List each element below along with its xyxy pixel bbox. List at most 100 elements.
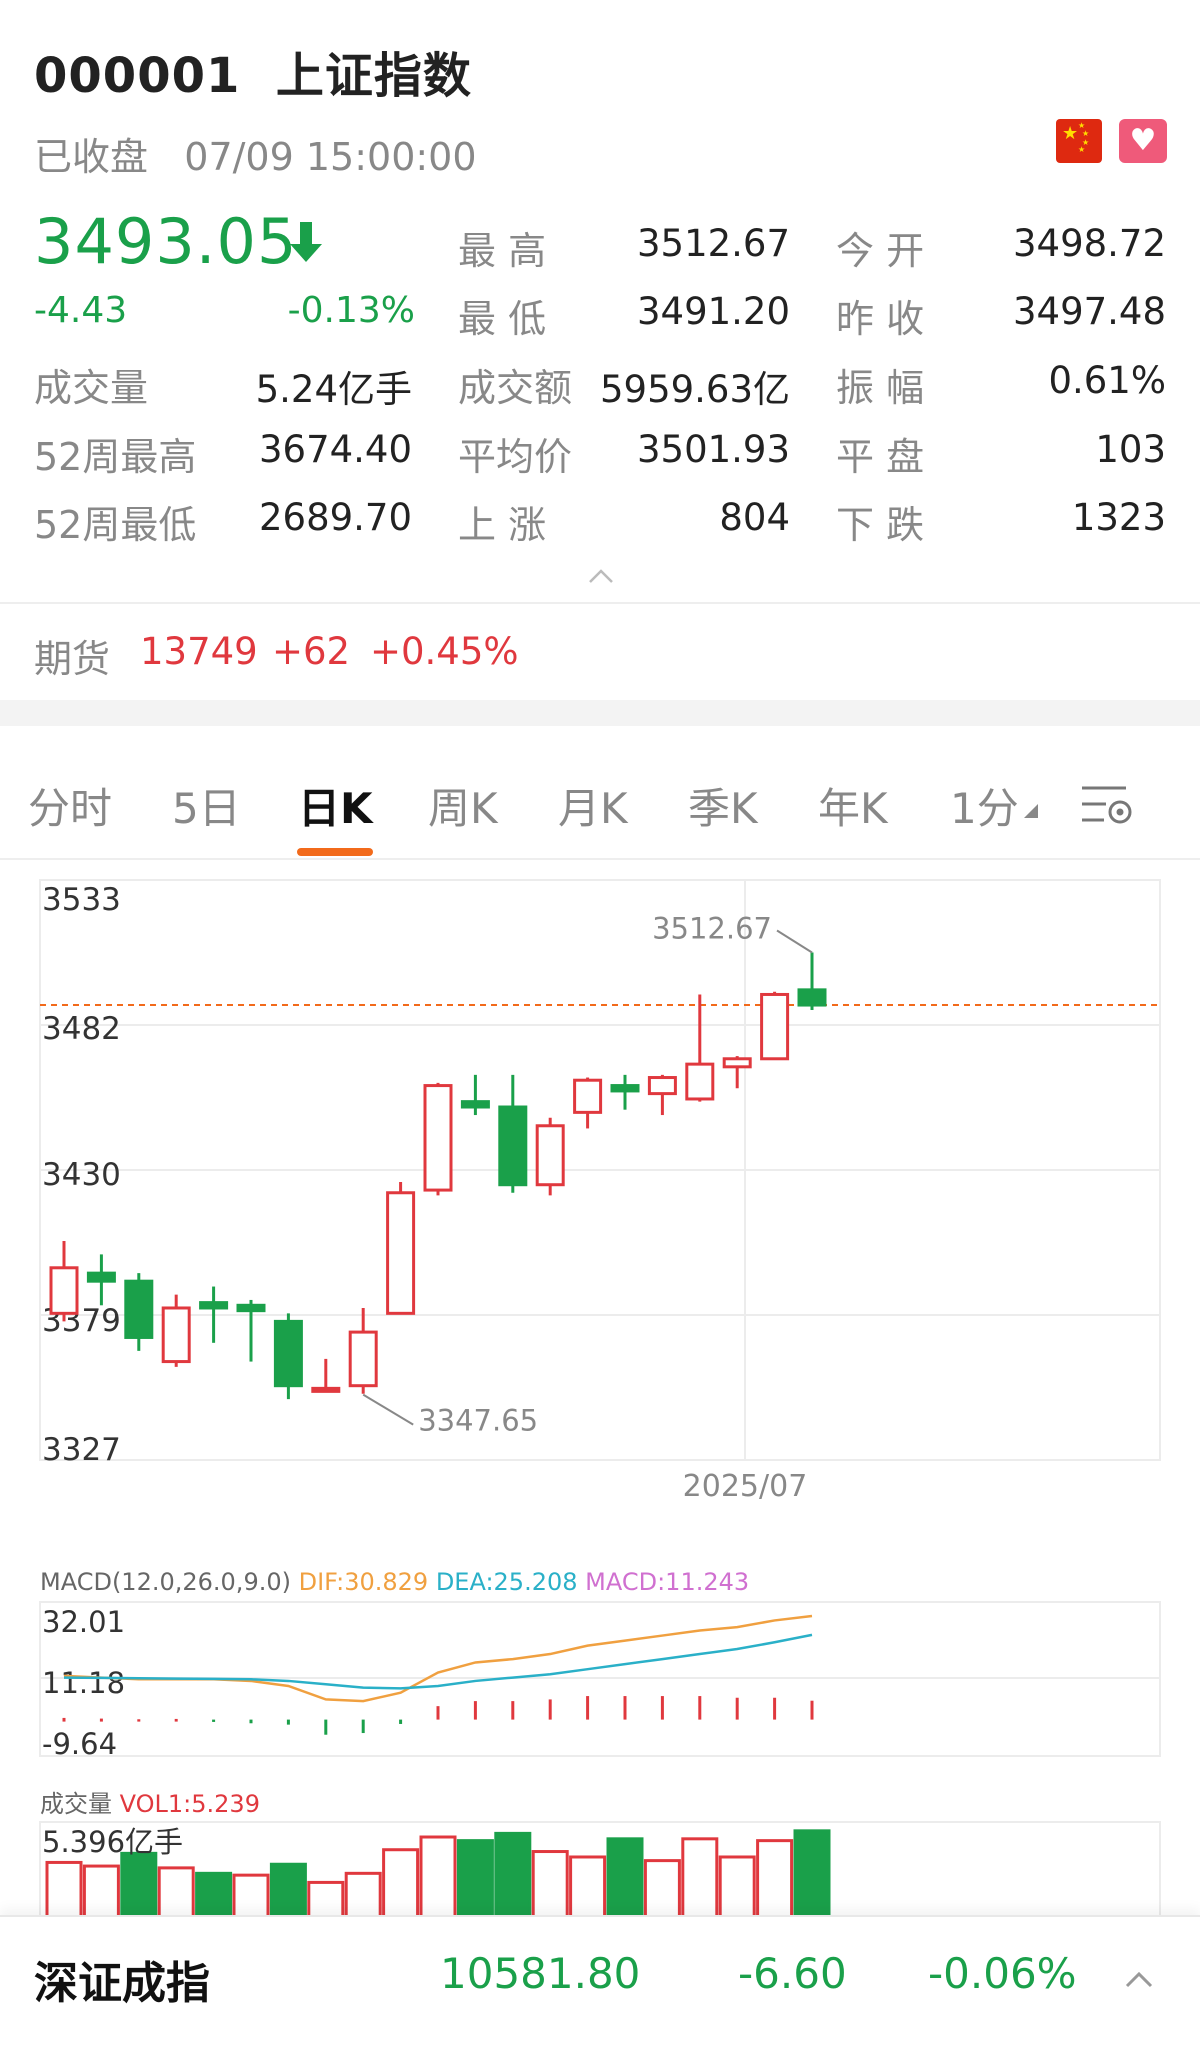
dropdown-triangle-icon[interactable] bbox=[1022, 802, 1038, 818]
price-change: -4.43 bbox=[34, 290, 128, 331]
volume-bar bbox=[120, 1851, 158, 1920]
macd-legend: MACD(12.0,26.0,9.0) DIF:30.829 DEA:25.20… bbox=[40, 1568, 749, 1596]
turnover-value: 5959.63亿 bbox=[599, 368, 790, 411]
candle bbox=[386, 1182, 416, 1315]
volume-bar bbox=[82, 1864, 120, 1920]
current-price: 3493.05 bbox=[34, 205, 298, 278]
related-index-bar[interactable]: 深证成指 10581.80 -6.60 -0.06% bbox=[0, 1915, 1200, 2045]
tab-1min[interactable]: 1分 bbox=[950, 775, 1019, 836]
related-index-change-pct: -0.06% bbox=[928, 1949, 1077, 1998]
annotation-label: 3512.67 bbox=[652, 911, 772, 945]
avg-price-label: 平均价 bbox=[458, 435, 573, 479]
related-index-change: -6.60 bbox=[738, 1949, 847, 1998]
futures-change: +62 bbox=[272, 630, 351, 673]
up-count-label: 上 涨 bbox=[458, 503, 547, 547]
tab-daily-k[interactable]: 日K bbox=[298, 775, 373, 836]
stock-code: 000001 bbox=[34, 48, 241, 104]
china-flag-icon[interactable]: ★ ★ ★ ★ ★ bbox=[1056, 119, 1102, 163]
price-annotation: 3347.65 bbox=[362, 1393, 538, 1438]
volume-label: 成交量 bbox=[34, 366, 149, 410]
volume-bar bbox=[606, 1837, 644, 1920]
collapse-chevron-icon[interactable] bbox=[588, 568, 614, 584]
up-count-value: 804 bbox=[719, 496, 790, 539]
tab-5day[interactable]: 5日 bbox=[172, 775, 241, 836]
volume-legend: 成交量 VOL1:5.239 bbox=[40, 1790, 260, 1818]
volume-bar bbox=[269, 1862, 307, 1920]
volume-bar bbox=[382, 1848, 420, 1920]
macd-legend-value: MACD:11.243 bbox=[585, 1568, 749, 1596]
volume-bar bbox=[494, 1831, 532, 1920]
futures-change-pct: +0.45% bbox=[370, 630, 519, 673]
down-arrow-icon bbox=[290, 222, 322, 262]
candle bbox=[161, 1294, 191, 1367]
y-tick: 3327 bbox=[42, 1432, 121, 1468]
tab-intraday[interactable]: 分时 bbox=[28, 775, 112, 836]
tab-weekly-k[interactable]: 周K bbox=[428, 775, 498, 836]
w52-low-value: 2689.70 bbox=[258, 496, 412, 539]
avg-price-value: 3501.93 bbox=[636, 428, 790, 471]
open-label: 今 开 bbox=[836, 229, 925, 273]
candle bbox=[460, 1074, 490, 1116]
favorite-heart-icon[interactable]: ♥ bbox=[1119, 119, 1167, 163]
volume-bar bbox=[793, 1829, 831, 1920]
stock-name: 上证指数 bbox=[275, 48, 472, 104]
y-tick: 3533 bbox=[42, 882, 121, 918]
macd-y-tick: -9.64 bbox=[42, 1727, 117, 1761]
chart-settings-icon[interactable] bbox=[1080, 780, 1136, 830]
low-value: 3491.20 bbox=[636, 290, 790, 333]
volume-bar bbox=[456, 1839, 494, 1920]
w52-high-label: 52周最高 bbox=[34, 435, 197, 479]
y-tick: 3482 bbox=[42, 1011, 121, 1047]
candle bbox=[760, 991, 790, 1061]
volume-bar bbox=[157, 1866, 195, 1920]
candle bbox=[647, 1074, 677, 1116]
down-count-label: 下 跌 bbox=[836, 503, 925, 547]
volume-bar bbox=[232, 1873, 270, 1920]
volume-bar bbox=[643, 1859, 681, 1920]
related-index-value: 10581.80 bbox=[440, 1949, 641, 1998]
volume-bar bbox=[531, 1850, 569, 1920]
prev-close-value: 3497.48 bbox=[1012, 290, 1166, 333]
high-label: 最 高 bbox=[458, 229, 547, 273]
volume-bar bbox=[45, 1860, 83, 1920]
stock-title: 000001 上证指数 bbox=[34, 36, 472, 106]
candle bbox=[348, 1307, 378, 1394]
market-status: 已收盘 07/09 15:00:00 bbox=[34, 126, 477, 181]
candle bbox=[610, 1074, 640, 1110]
high-value: 3512.67 bbox=[636, 222, 790, 265]
candle bbox=[423, 1082, 453, 1196]
candle bbox=[273, 1313, 303, 1400]
macd-y-tick: 32.01 bbox=[42, 1605, 125, 1639]
low-label: 最 低 bbox=[458, 297, 547, 341]
status-time: 07/09 15:00:00 bbox=[184, 135, 477, 179]
volume-value: 5.24亿手 bbox=[255, 368, 412, 411]
amplitude-label: 振 幅 bbox=[836, 366, 925, 410]
chart-period-tabs: 分时 5日 日K 周K 月K 季K 年K 1分 bbox=[0, 760, 1200, 860]
volume-y-tick: 5.396亿手 bbox=[42, 1825, 183, 1859]
candle bbox=[722, 1056, 752, 1089]
candle bbox=[124, 1273, 154, 1351]
down-count-value: 1323 bbox=[1071, 496, 1166, 539]
dif-legend: DIF:30.829 bbox=[299, 1568, 429, 1596]
annotation-label: 3347.65 bbox=[418, 1404, 538, 1438]
volume-bar bbox=[419, 1835, 457, 1920]
svg-text:MACD(12.0,26.0,9.0) DIF:30.829: MACD(12.0,26.0,9.0) DIF:30.829 DEA:25.20… bbox=[40, 1568, 749, 1596]
tab-yearly-k[interactable]: 年K bbox=[818, 775, 888, 836]
candle bbox=[86, 1254, 116, 1306]
w52-high-value: 3674.40 bbox=[258, 428, 412, 471]
candle bbox=[535, 1117, 565, 1196]
futures-value[interactable]: 13749 bbox=[140, 630, 258, 673]
futures-label: 期货 bbox=[34, 637, 111, 681]
flat-label: 平 盘 bbox=[836, 435, 925, 479]
expand-chevron-icon[interactable] bbox=[1124, 1969, 1154, 1989]
volume-bar bbox=[344, 1871, 382, 1920]
prev-close-label: 昨 收 bbox=[836, 297, 925, 341]
flat-value: 103 bbox=[1095, 428, 1166, 471]
volume-bar bbox=[569, 1855, 607, 1920]
candle bbox=[498, 1074, 528, 1193]
macd-y-tick: 11.18 bbox=[42, 1666, 125, 1700]
stock-chart[interactable]: 3533 3482 3430 3379 3327 2025/07 3512.67… bbox=[0, 860, 1200, 1920]
tab-quarterly-k[interactable]: 季K bbox=[688, 775, 758, 836]
tab-monthly-k[interactable]: 月K bbox=[558, 775, 628, 836]
price-change-pct: -0.13% bbox=[287, 290, 415, 331]
